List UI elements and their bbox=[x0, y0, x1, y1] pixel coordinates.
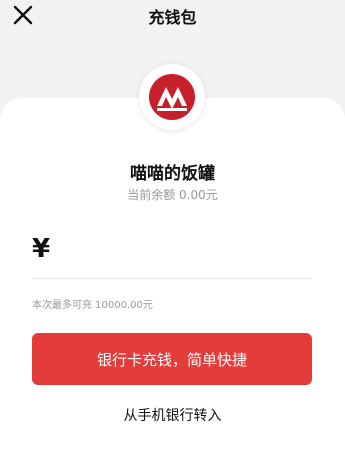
account-name: 喵喵的饭罐 bbox=[130, 164, 215, 184]
amount-input[interactable] bbox=[66, 238, 310, 272]
top-bar: 充钱包 bbox=[0, 0, 345, 44]
bank-logo-container bbox=[139, 64, 205, 130]
bank-logo bbox=[149, 74, 195, 120]
currency-symbol: ¥ bbox=[32, 234, 51, 264]
page-title: 充钱包 bbox=[148, 8, 197, 27]
limit-text: 本次最多可充 10000.00元 bbox=[32, 300, 153, 311]
mobile-bank-transfer-link[interactable]: 从手机银行转入 bbox=[0, 405, 345, 425]
bank-card-recharge-button[interactable]: 银行卡充钱，简单快捷 bbox=[32, 333, 312, 385]
amount-row: ¥ bbox=[32, 232, 312, 279]
balance-text: 当前余额 0.00元 bbox=[127, 188, 218, 202]
